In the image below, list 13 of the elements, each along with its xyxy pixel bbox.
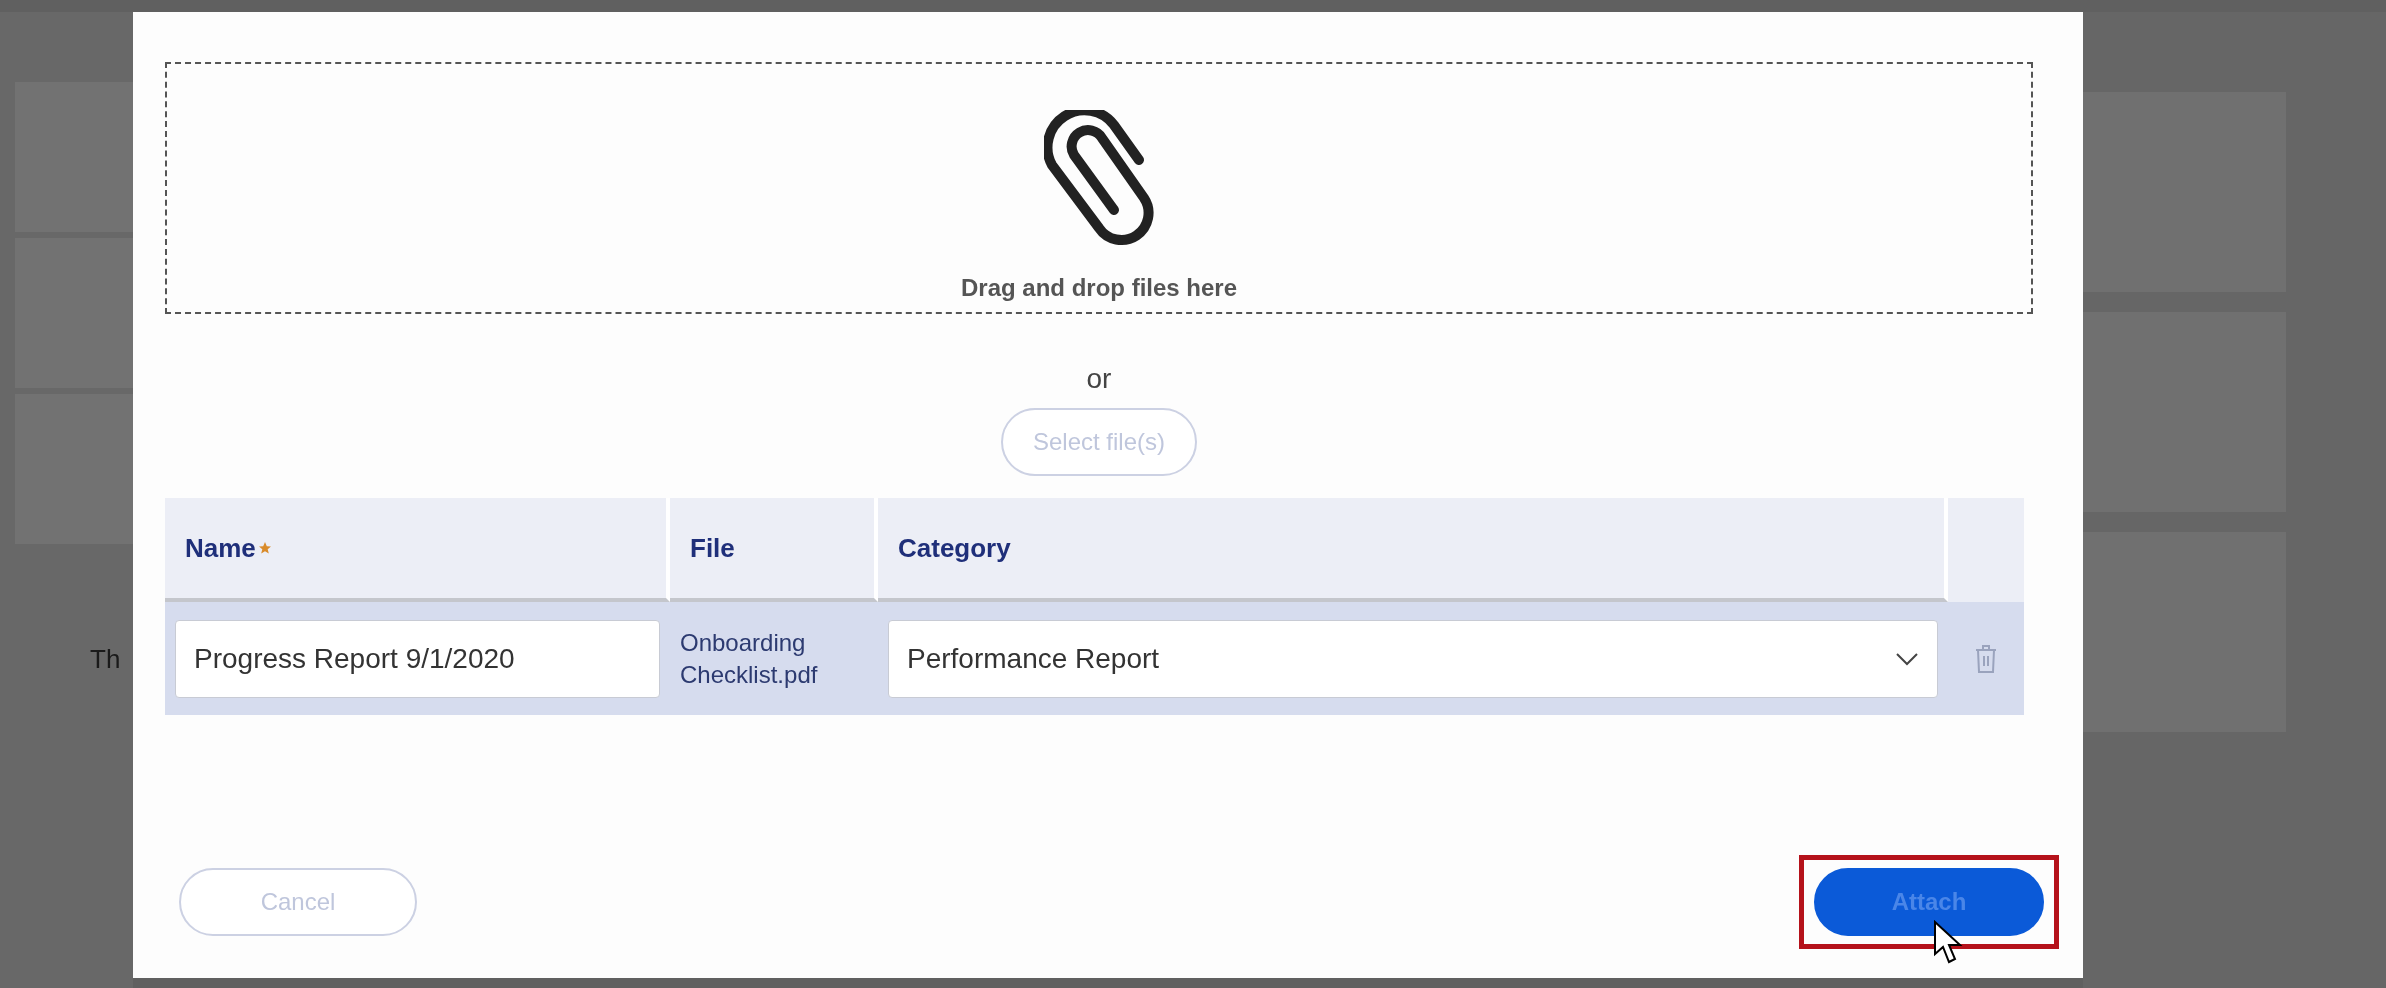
cursor-icon xyxy=(1933,920,1963,966)
separator-text: or xyxy=(1086,363,1112,394)
drop-zone[interactable]: Drag and drop files here xyxy=(165,62,2033,314)
name-field[interactable]: Progress Report 9/1/2020 xyxy=(175,619,660,698)
column-header: File xyxy=(670,498,878,602)
drop-hint: Drag and drop files here xyxy=(960,273,1238,303)
chevron-down-icon xyxy=(1895,651,1919,666)
category-dropdown[interactable]: Performance Report xyxy=(888,619,1938,698)
header-text: Name xyxy=(185,531,256,565)
column-header: Category xyxy=(878,498,1948,602)
file-name: Onboarding Checklist.pdf xyxy=(680,628,819,690)
trash-icon[interactable] xyxy=(1975,643,1997,674)
background-text: Th xyxy=(89,643,122,676)
